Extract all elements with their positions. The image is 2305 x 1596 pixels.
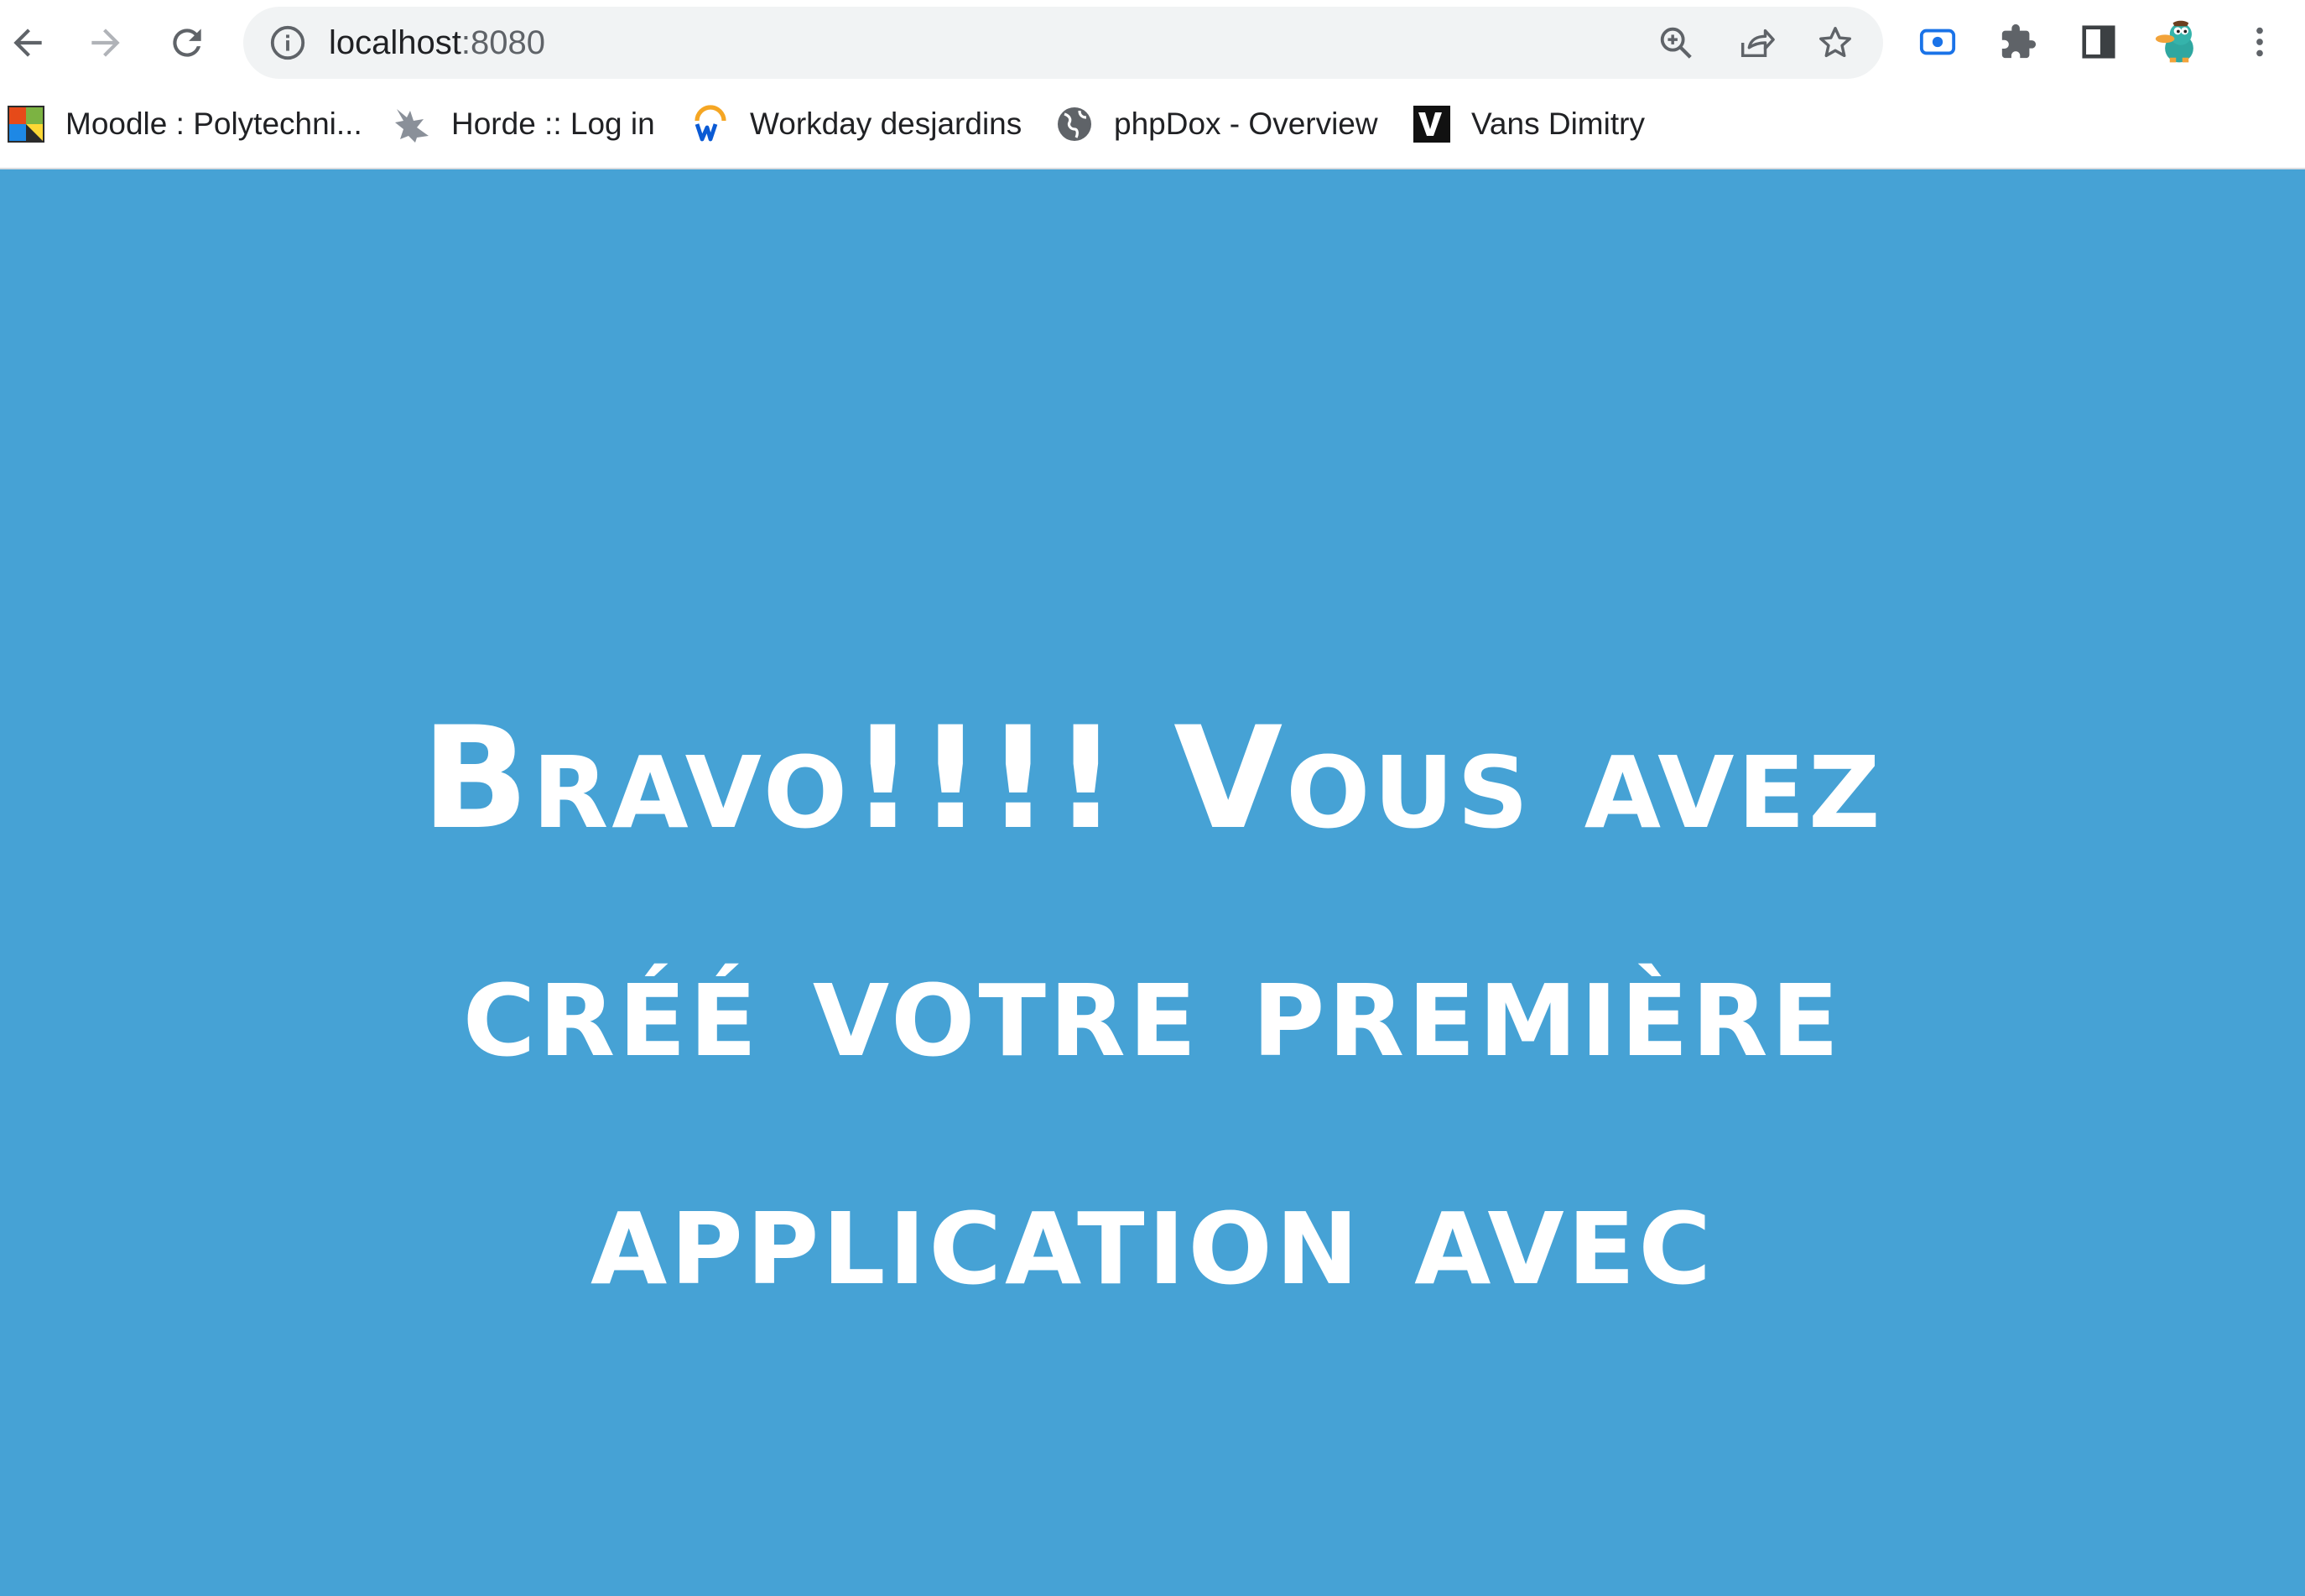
url-host: localhost	[329, 24, 461, 61]
bookmark-label: phpDox - Overview	[1114, 107, 1378, 141]
bookmark-phpdox[interactable]: phpDox - Overview	[1054, 101, 1378, 148]
reload-button[interactable]	[159, 15, 215, 70]
bookmark-label: Horde :: Log in	[451, 107, 655, 141]
browser-menu-button[interactable]	[2236, 18, 2283, 65]
bookmark-moodle[interactable]: Moodle : Polytechni...	[5, 101, 362, 148]
horde-icon	[391, 103, 433, 145]
zoom-icon[interactable]	[1657, 23, 1695, 62]
screen-capture-extension[interactable]	[1914, 18, 1961, 65]
bookmark-star-icon[interactable]	[1816, 23, 1855, 62]
side-panel-icon	[2082, 25, 2115, 59]
bookmarks-bar: Moodle : Polytechni... Horde :: Log in W…	[0, 86, 2305, 169]
platypus-avatar-icon	[2155, 20, 2193, 63]
forward-button[interactable]	[78, 15, 133, 70]
bookmark-label: Vans Dimitry	[1471, 107, 1645, 141]
workday-icon	[689, 103, 731, 145]
bookmark-horde[interactable]: Horde :: Log in	[391, 101, 655, 148]
globe-icon	[1054, 103, 1095, 145]
site-info-icon[interactable]	[268, 23, 307, 62]
extensions-button[interactable]	[1995, 18, 2042, 65]
success-headline: Bravo!!!! Vous avez créé votre première …	[421, 696, 1884, 1317]
share-icon[interactable]	[1736, 23, 1775, 62]
bookmark-workday[interactable]: Workday desjardins	[689, 101, 1022, 148]
moodle-icon	[5, 103, 47, 145]
bookmark-label: Moodle : Polytechni...	[65, 107, 362, 141]
back-arrow-icon	[13, 29, 42, 57]
profile-avatar[interactable]	[2152, 15, 2206, 69]
reload-icon	[173, 29, 201, 57]
puzzle-icon	[2001, 23, 2037, 59]
browser-toolbar: localhost:8080	[0, 0, 2305, 86]
address-bar[interactable]: localhost:8080	[243, 7, 1883, 79]
vans-icon	[1411, 103, 1453, 145]
back-button[interactable]	[0, 15, 55, 70]
bookmark-vans[interactable]: Vans Dimitry	[1411, 101, 1645, 148]
forward-arrow-icon	[91, 29, 120, 57]
side-panel-button[interactable]	[2075, 18, 2122, 65]
url-port: :8080	[460, 24, 545, 61]
url-text[interactable]: localhost:8080	[329, 7, 545, 79]
more-vert-icon	[2256, 27, 2263, 57]
page-content: Bravo!!!! Vous avez créé votre première …	[0, 169, 2305, 1596]
record-icon	[1919, 29, 1956, 55]
bookmark-label: Workday desjardins	[750, 107, 1022, 141]
